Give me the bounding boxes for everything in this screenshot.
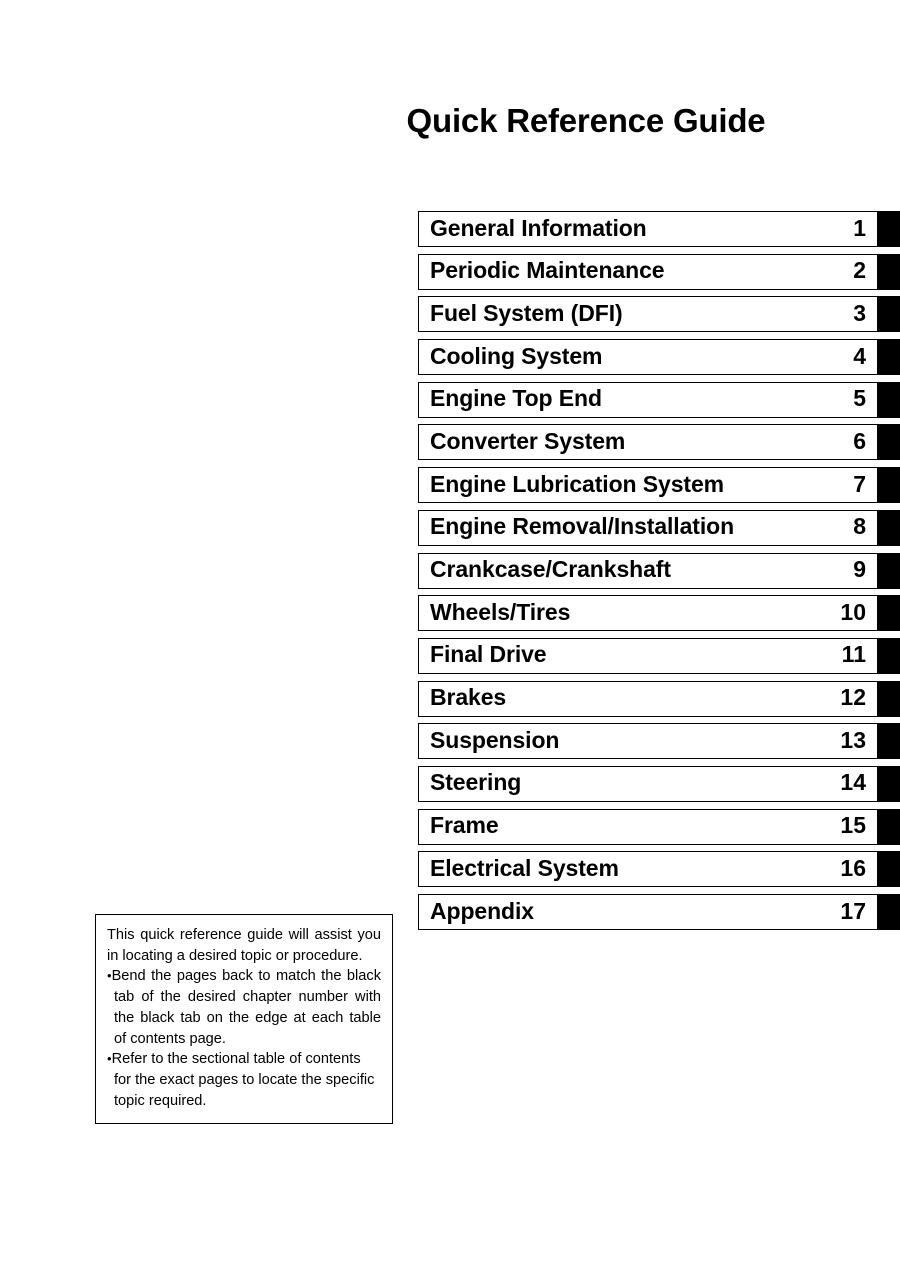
note-bullet-text: Bend the pages back to match the black t… xyxy=(111,968,381,1047)
chapter-entry-10[interactable]: Wheels/Tires 10 xyxy=(418,595,878,632)
chapter-number: 2 xyxy=(853,257,866,284)
chapter-entry-12[interactable]: Brakes 12 xyxy=(418,680,878,717)
chapter-row[interactable]: Appendix 17 xyxy=(418,894,900,937)
chapter-number: 12 xyxy=(840,684,866,711)
chapter-row[interactable]: Converter System 6 xyxy=(418,424,900,467)
chapter-entry-13[interactable]: Suspension 13 xyxy=(418,723,878,760)
chapter-entry-9[interactable]: Crankcase/Crankshaft 9 xyxy=(418,552,878,589)
chapter-number: 11 xyxy=(841,641,866,668)
chapter-row[interactable]: Steering 14 xyxy=(418,765,900,809)
chapter-entry-6[interactable]: Converter System 6 xyxy=(418,424,878,461)
chapter-tab-list: General Information 1 Periodic Maintenance… xyxy=(418,211,900,937)
chapter-label: Cooling System xyxy=(430,342,603,369)
chapter-row[interactable]: Wheels/Tires 10 xyxy=(418,595,900,638)
black-tab-marker xyxy=(878,595,900,632)
chapter-number: 10 xyxy=(840,598,866,625)
black-tab-marker xyxy=(878,296,900,333)
chapter-label: Brakes xyxy=(430,684,507,711)
chapter-row[interactable]: Engine Top End 5 xyxy=(418,381,900,425)
black-tab-marker xyxy=(878,339,900,376)
chapter-label: Frame xyxy=(430,812,499,839)
chapter-label: Fuel System (DFI) xyxy=(430,299,623,326)
chapter-entry-4[interactable]: Cooling System 4 xyxy=(418,339,878,376)
chapter-entry-1[interactable]: General Information 1 xyxy=(418,211,878,247)
chapter-row[interactable]: Frame 15 xyxy=(418,808,900,852)
chapter-entry-7[interactable]: Engine Lubrication System 7 xyxy=(418,467,878,504)
chapter-entry-11[interactable]: Final Drive 11 xyxy=(418,637,878,674)
chapter-label: Wheels/Tires xyxy=(430,598,571,625)
chapter-entry-14[interactable]: Steering 14 xyxy=(418,765,878,802)
chapter-row[interactable]: Cooling System 4 xyxy=(418,339,900,382)
chapter-entry-8[interactable]: Engine Removal/Installation 8 xyxy=(418,509,878,546)
page-title: Quick Reference Guide xyxy=(406,102,766,139)
chapter-entry-2[interactable]: Periodic Maintenance 2 xyxy=(418,253,878,290)
chapter-label: Engine Lubrication System xyxy=(430,470,724,497)
chapter-number: 7 xyxy=(853,470,866,497)
note-bullet-text: Refer to the sectional table of contents… xyxy=(111,1051,375,1109)
chapter-row[interactable]: Engine Lubrication System 7 xyxy=(418,467,900,510)
note-bullet-item: •Refer to the sectional table of content… xyxy=(107,1049,381,1111)
black-tab-marker xyxy=(878,723,900,760)
chapter-number: 6 xyxy=(853,427,866,454)
chapter-row[interactable]: Crankcase/Crankshaft 9 xyxy=(418,552,900,596)
page-canvas: Quick Reference Guide General Informatio… xyxy=(0,0,900,1270)
chapter-number: 8 xyxy=(853,513,866,540)
chapter-label: Engine Top End xyxy=(430,385,602,412)
chapter-number: 1 xyxy=(853,214,866,241)
chapter-entry-5[interactable]: Engine Top End 5 xyxy=(418,381,878,418)
chapter-label: Final Drive xyxy=(430,641,547,668)
black-tab-marker xyxy=(878,381,900,418)
black-tab-marker xyxy=(878,680,900,717)
chapter-number: 17 xyxy=(840,897,866,924)
chapter-label: Crankcase/Crankshaft xyxy=(430,556,671,582)
note-intro-paragraph: This quick reference guide will assist y… xyxy=(107,927,381,964)
usage-note-box: This quick reference guide will assist y… xyxy=(95,914,393,1124)
note-bullet-item: •Bend the pages back to match the black … xyxy=(107,966,381,1049)
black-tab-marker xyxy=(878,765,900,802)
chapter-row[interactable]: Final Drive 11 xyxy=(418,637,900,681)
chapter-number: 3 xyxy=(853,299,866,326)
chapter-row[interactable]: Periodic Maintenance 2 xyxy=(418,253,900,297)
chapter-entry-16[interactable]: Electrical System 16 xyxy=(418,851,878,888)
chapter-row[interactable]: Electrical System 16 xyxy=(418,851,900,894)
chapter-number: 9 xyxy=(853,556,866,582)
chapter-label: Periodic Maintenance xyxy=(430,257,665,284)
chapter-row[interactable]: Fuel System (DFI) 3 xyxy=(418,296,900,339)
chapter-row[interactable]: Engine Removal/Installation 8 xyxy=(418,509,900,553)
chapter-label: Suspension xyxy=(430,726,560,753)
chapter-label: Converter System xyxy=(430,427,626,454)
chapter-label: General Information xyxy=(430,214,647,241)
black-tab-marker xyxy=(878,424,900,461)
black-tab-marker xyxy=(878,851,900,888)
chapter-number: 15 xyxy=(840,812,866,839)
chapter-label: Engine Removal/Installation xyxy=(430,513,735,540)
black-tab-marker xyxy=(878,253,900,290)
chapter-label: Steering xyxy=(430,769,522,796)
chapter-label: Electrical System xyxy=(430,854,619,881)
black-tab-marker xyxy=(878,894,900,930)
chapter-row[interactable]: Suspension 13 xyxy=(418,723,900,766)
black-tab-marker xyxy=(878,467,900,504)
black-tab-marker xyxy=(878,211,900,247)
chapter-row[interactable]: General Information 1 xyxy=(418,211,900,254)
chapter-number: 16 xyxy=(840,854,866,881)
chapter-row[interactable]: Brakes 12 xyxy=(418,680,900,724)
chapter-number: 4 xyxy=(853,342,866,369)
chapter-number: 14 xyxy=(840,769,866,796)
chapter-label: Appendix xyxy=(430,897,534,924)
black-tab-marker xyxy=(878,808,900,845)
chapter-number: 5 xyxy=(853,385,866,412)
black-tab-marker xyxy=(878,552,900,589)
chapter-entry-15[interactable]: Frame 15 xyxy=(418,808,878,845)
chapter-entry-3[interactable]: Fuel System (DFI) 3 xyxy=(418,296,878,333)
black-tab-marker xyxy=(878,637,900,674)
black-tab-marker xyxy=(878,509,900,546)
chapter-number: 13 xyxy=(840,726,866,753)
chapter-entry-17[interactable]: Appendix 17 xyxy=(418,894,878,930)
